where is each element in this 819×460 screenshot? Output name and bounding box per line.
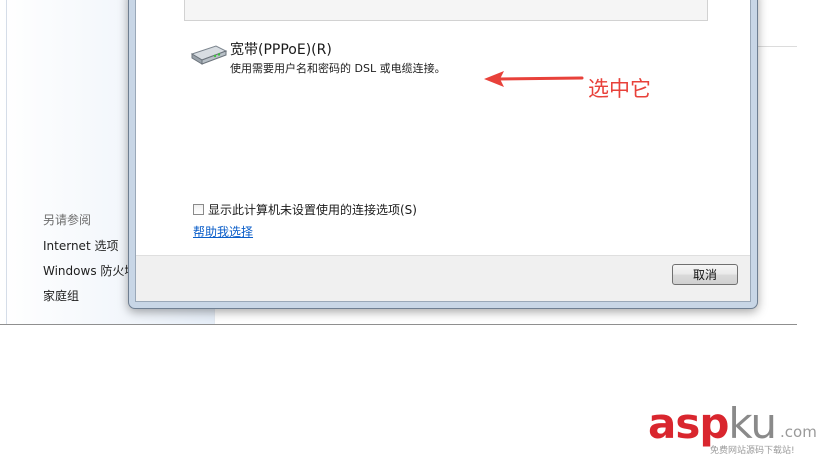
site-watermark-logo: aspku .com 免费网站源码下载站! — [648, 400, 818, 458]
checkbox-label: 显示此计算机未设置使用的连接选项(S) — [208, 203, 417, 217]
background-divider — [756, 46, 797, 47]
option-description: 使用需要用户名和密码的 DSL 或电缆连接。 — [230, 62, 446, 75]
dialog-content: 宽带(PPPoE)(R) 使用需要用户名和密码的 DSL 或电缆连接。 显示此计… — [135, 0, 751, 302]
cancel-button[interactable]: 取消 — [672, 264, 738, 285]
watermark-brand-gray: ku — [728, 399, 777, 448]
connection-wizard-dialog: 宽带(PPPoE)(R) 使用需要用户名和密码的 DSL 或电缆连接。 显示此计… — [128, 0, 758, 309]
annotation-arrow-icon — [484, 71, 584, 87]
annotation-text: 选中它 — [588, 77, 651, 101]
broadband-pppoe-option[interactable]: 宽带(PPPoE)(R) 使用需要用户名和密码的 DSL 或电缆连接。 — [190, 36, 490, 76]
help-me-choose-link[interactable]: 帮助我选择 — [193, 223, 253, 240]
dialog-footer: 取消 — [136, 255, 750, 301]
sidebar-link-internet-options[interactable]: Internet 选项 — [43, 237, 118, 254]
watermark-brand-red: asp — [648, 399, 729, 448]
watermark-subtitle: 免费网站源码下载站! — [710, 446, 795, 456]
show-unconfigured-options-checkbox[interactable] — [193, 204, 204, 215]
watermark-brand: aspku — [648, 399, 777, 448]
left-pane-border — [6, 0, 7, 324]
watermark-suffix: .com — [780, 423, 817, 441]
sidebar-link-homegroup[interactable]: 家庭组 — [43, 287, 79, 304]
modem-icon — [190, 45, 228, 65]
sidebar-link-windows-firewall[interactable]: Windows 防火墙 — [43, 262, 136, 279]
see-also-heading: 另请参阅 — [43, 213, 92, 227]
show-unconfigured-options-row[interactable]: 显示此计算机未设置使用的连接选项(S) — [193, 199, 417, 217]
connection-list-box[interactable] — [184, 0, 708, 21]
option-title: 宽带(PPPoE)(R) — [230, 42, 332, 58]
